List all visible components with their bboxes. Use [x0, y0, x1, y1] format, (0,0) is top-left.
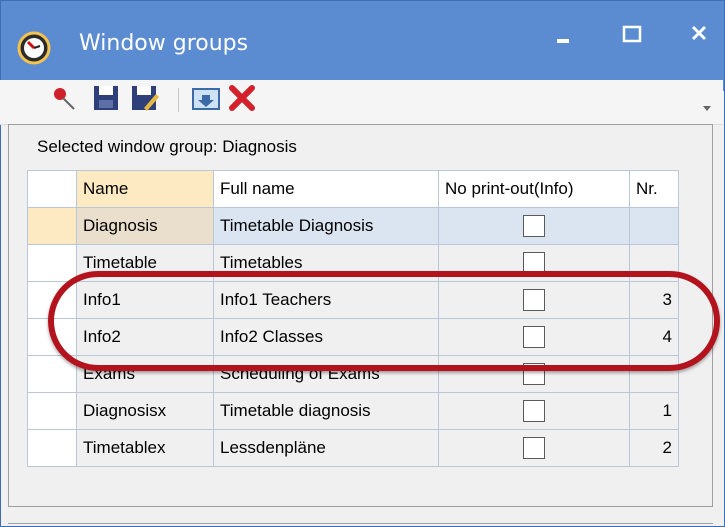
cell-name[interactable]: Info1 [76, 281, 214, 319]
row-selector[interactable] [27, 207, 77, 245]
close-button[interactable] [669, 15, 725, 51]
status-strip [8, 506, 713, 523]
save-button[interactable] [90, 82, 122, 114]
close-icon [691, 25, 707, 41]
clock-icon [17, 31, 51, 65]
no-print-checkbox[interactable] [523, 363, 545, 385]
row-selector[interactable] [27, 318, 77, 356]
toolbar-separator [178, 88, 179, 112]
cell-nr[interactable]: 3 [629, 281, 679, 319]
column-header-full-name[interactable]: Full name [213, 170, 439, 208]
window-groups-table: Name Full name No print-out(Info) Nr. Di… [27, 170, 679, 467]
cell-name[interactable]: Exams [76, 355, 214, 393]
cell-no-print [438, 392, 630, 430]
cell-nr[interactable]: 2 [629, 429, 679, 467]
pin-button[interactable] [48, 82, 80, 114]
cell-no-print [438, 355, 630, 393]
row-selector[interactable] [27, 244, 77, 282]
save-as-button[interactable] [128, 82, 160, 114]
column-header-no-print[interactable]: No print-out(Info) [438, 170, 630, 208]
window-groups-grid: Name Full name No print-out(Info) Nr. Di… [27, 170, 712, 490]
cell-name[interactable]: Diagnosis [76, 207, 214, 245]
table-row[interactable]: Diagnosisx Timetable diagnosis 1 [27, 392, 679, 430]
maximize-button[interactable] [601, 15, 661, 51]
delete-icon [229, 85, 255, 111]
cell-full-name[interactable]: Info2 Classes [213, 318, 439, 356]
save-icon [94, 86, 118, 110]
row-selector[interactable] [27, 392, 77, 430]
cell-no-print [438, 429, 630, 467]
cell-name[interactable]: Timetablex [76, 429, 214, 467]
table-row[interactable]: Diagnosis Timetable Diagnosis [27, 207, 679, 245]
cell-name[interactable]: Info2 [76, 318, 214, 356]
no-print-checkbox[interactable] [523, 400, 545, 422]
row-header-corner [27, 170, 77, 208]
cell-no-print [438, 207, 630, 245]
window-title: Window groups [79, 31, 249, 56]
cell-no-print [438, 318, 630, 356]
no-print-checkbox[interactable] [523, 215, 545, 237]
table-row[interactable]: Info1 Info1 Teachers 3 [27, 281, 679, 319]
cell-full-name[interactable]: Timetable diagnosis [213, 392, 439, 430]
cell-name[interactable]: Timetable [76, 244, 214, 282]
table-row[interactable]: Timetable Timetables [27, 244, 679, 282]
table-row[interactable]: Timetablex Lessdenpläne 2 [27, 429, 679, 467]
selected-group-label: Selected window group: Diagnosis [37, 137, 297, 156]
cell-nr[interactable] [629, 207, 679, 245]
delete-button[interactable] [226, 82, 258, 114]
pin-icon [54, 88, 75, 110]
cell-full-name[interactable]: Timetables [213, 244, 439, 282]
toolbar-overflow-icon[interactable] [702, 104, 712, 112]
cell-no-print [438, 244, 630, 282]
move-down-icon [192, 88, 220, 110]
move-down-button[interactable] [190, 82, 222, 114]
cell-full-name[interactable]: Info1 Teachers [213, 281, 439, 319]
cell-nr[interactable]: 1 [629, 392, 679, 430]
column-header-nr[interactable]: Nr. [629, 170, 679, 208]
table-row[interactable]: Exams Scheduling of Exams [27, 355, 679, 393]
cell-name[interactable]: Diagnosisx [76, 392, 214, 430]
cell-nr[interactable] [629, 244, 679, 282]
cell-full-name[interactable]: Timetable Diagnosis [213, 207, 439, 245]
minimize-button[interactable] [533, 15, 593, 51]
row-selector[interactable] [27, 355, 77, 393]
minimize-icon [557, 39, 569, 43]
no-print-checkbox[interactable] [523, 289, 545, 311]
cell-full-name[interactable]: Scheduling of Exams [213, 355, 439, 393]
table-row[interactable]: Info2 Info2 Classes 4 [27, 318, 679, 356]
maximize-icon [622, 25, 642, 43]
no-print-checkbox[interactable] [523, 252, 545, 274]
no-print-checkbox[interactable] [523, 437, 545, 459]
cell-no-print [438, 281, 630, 319]
row-selector[interactable] [27, 281, 77, 319]
save-as-icon [132, 86, 159, 111]
column-header-name[interactable]: Name [76, 170, 214, 208]
row-selector[interactable] [27, 429, 77, 467]
cell-nr[interactable] [629, 355, 679, 393]
no-print-checkbox[interactable] [523, 326, 545, 348]
cell-nr[interactable]: 4 [629, 318, 679, 356]
cell-full-name[interactable]: Lessdenpläne [213, 429, 439, 467]
